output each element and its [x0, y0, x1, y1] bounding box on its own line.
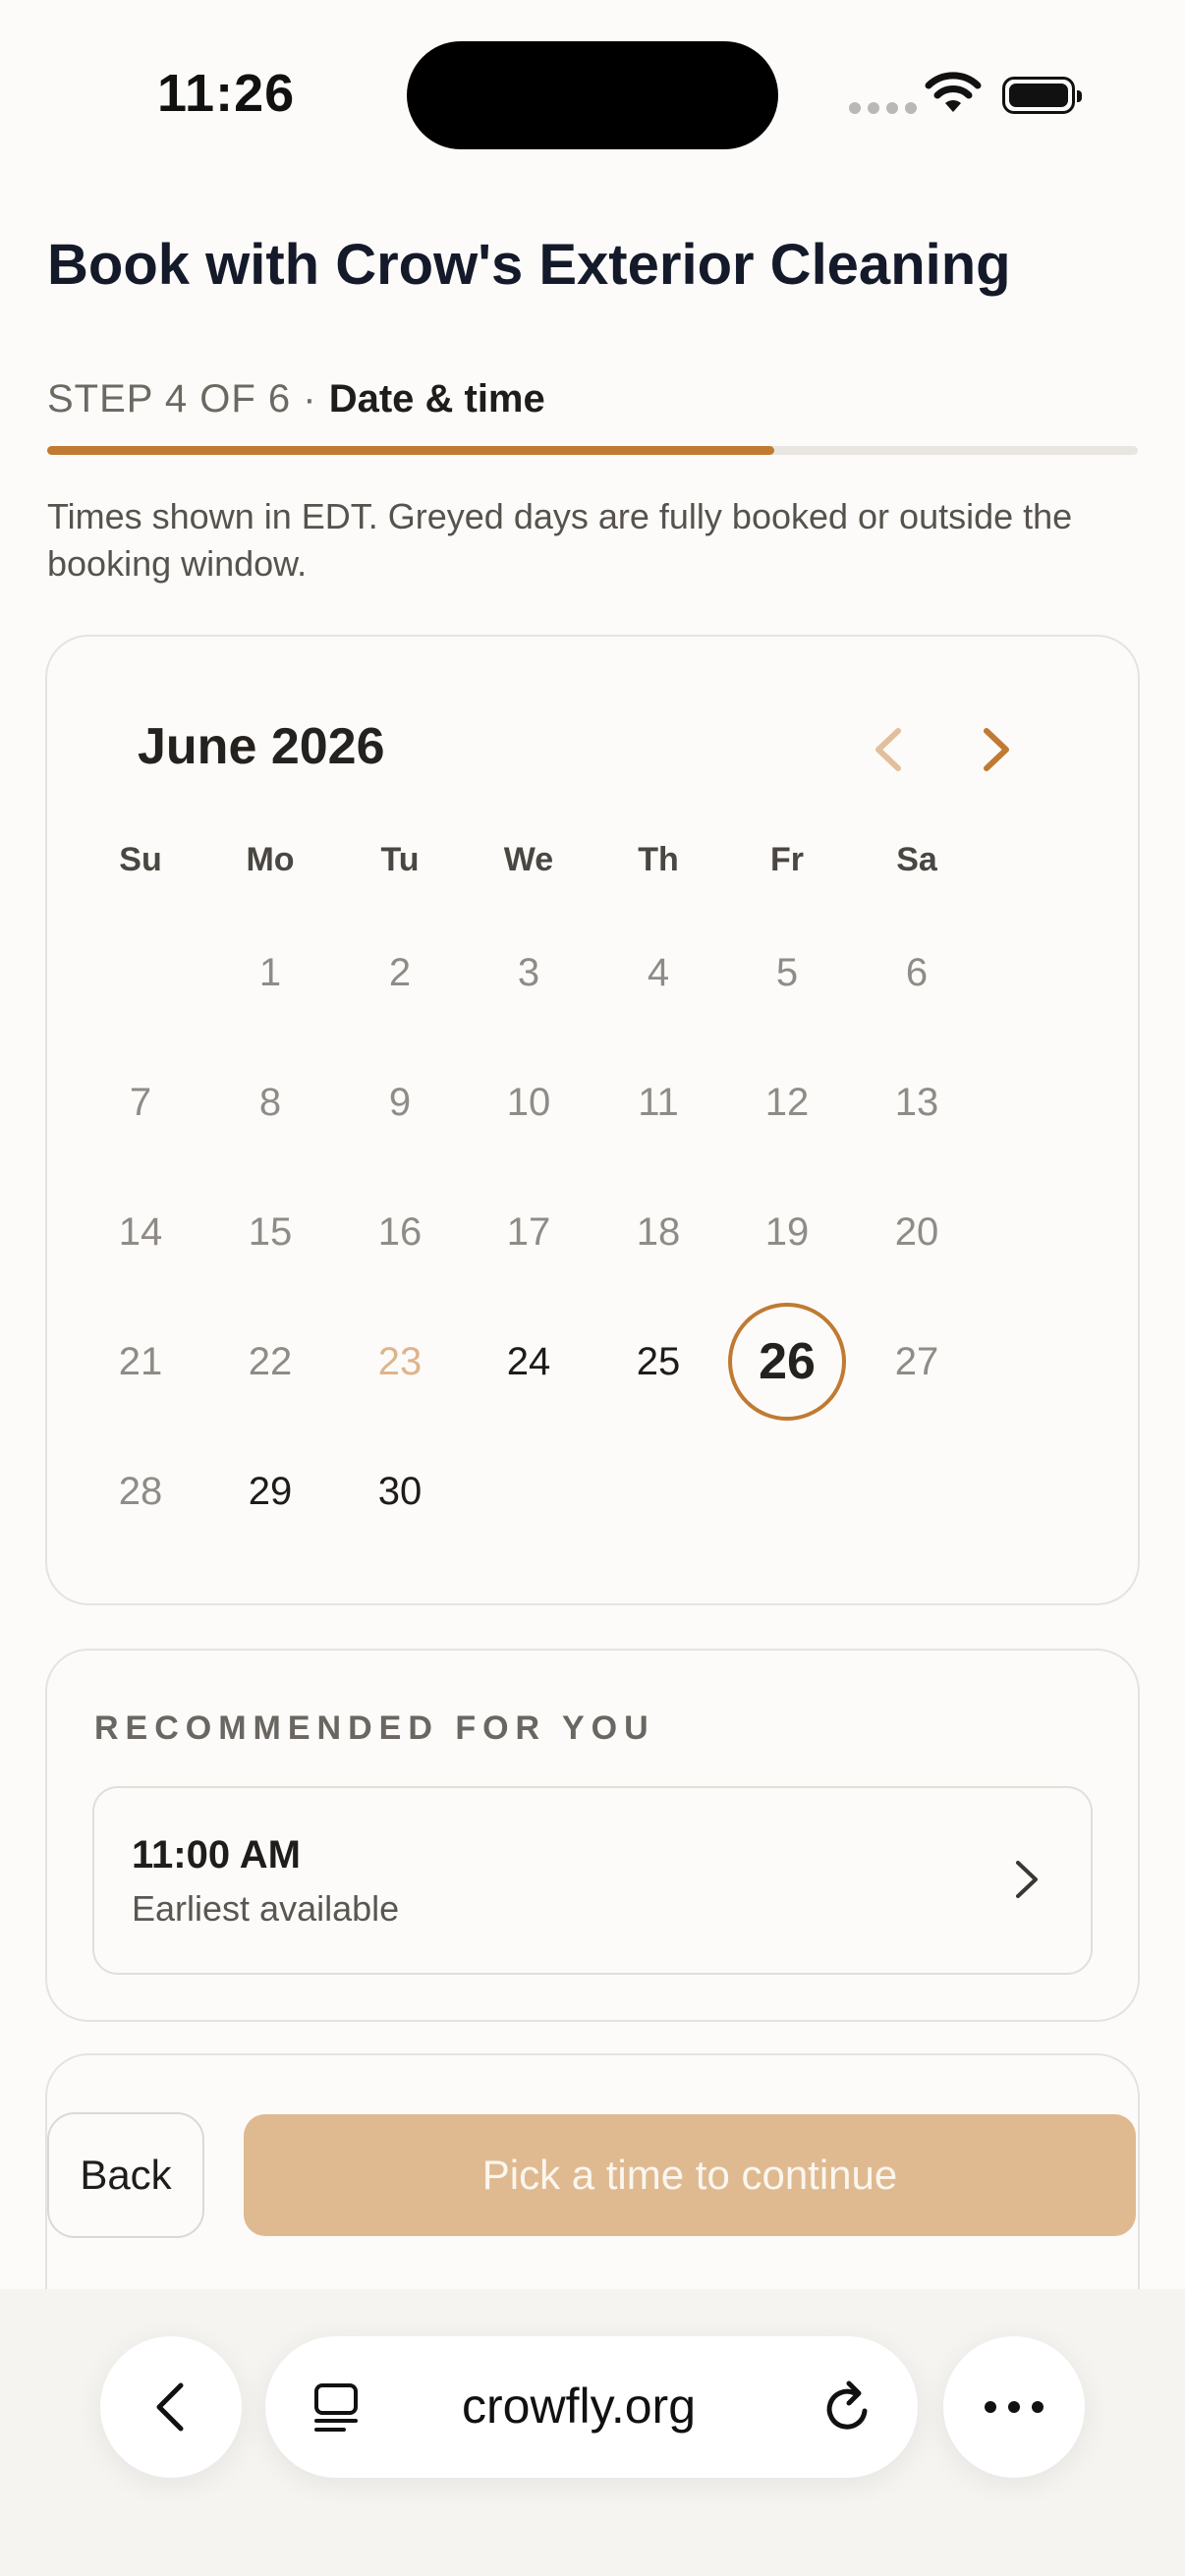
weekday-label: Sa	[896, 841, 937, 878]
calendar-day-10: 10	[506, 1081, 551, 1124]
calendar-day-21: 21	[118, 1340, 163, 1383]
weekday-label: We	[503, 841, 554, 878]
dynamic-island	[407, 41, 778, 149]
calendar-day-2: 2	[388, 951, 412, 994]
step-name: Date & time	[328, 377, 545, 420]
calendar-day-30[interactable]: 30	[341, 1437, 459, 1545]
calendar-day-24[interactable]: 24	[470, 1308, 588, 1416]
chevron-left-icon[interactable]	[865, 723, 912, 776]
chevron-left-icon	[156, 2382, 184, 2432]
calendar-day-11: 11	[638, 1081, 679, 1124]
calendar-day-15: 15	[248, 1210, 293, 1254]
calendar-day-25[interactable]: 25	[599, 1308, 717, 1416]
reload-icon[interactable]	[821, 2378, 876, 2436]
cellular-signal-icon	[849, 102, 917, 114]
slot-time: 11:00 AM	[132, 1833, 301, 1876]
calendar-day-13: 13	[894, 1081, 939, 1124]
calendar-day-19: 19	[764, 1210, 810, 1254]
more-button[interactable]	[943, 2336, 1085, 2478]
slot-subtitle: Earliest available	[132, 1888, 400, 1929]
calendar-day-8: 8	[258, 1081, 282, 1124]
weekday-label: Th	[638, 841, 679, 878]
browser-back-button[interactable]	[100, 2336, 242, 2478]
calendar-day-27: 27	[894, 1340, 939, 1383]
calendar-day-7: 7	[129, 1081, 152, 1124]
progress-fill	[47, 446, 774, 455]
recommended-heading: RECOMMENDED FOR YOU	[94, 1709, 655, 1747]
weekday-label: Fr	[770, 841, 804, 878]
recommended-slot-button[interactable]	[92, 1786, 1093, 1975]
calendar-day-28: 28	[118, 1470, 163, 1513]
weekday-label: Su	[119, 841, 162, 878]
step-label: STEP 4 OF 6 ·	[47, 377, 317, 420]
calendar-day-12: 12	[764, 1081, 810, 1124]
step-indicator: STEP 4 OF 6 · Date & time	[47, 377, 545, 421]
calendar-day-9: 9	[388, 1081, 412, 1124]
weekday-label: Tu	[380, 841, 420, 878]
ellipsis-icon	[985, 2401, 1044, 2413]
battery-icon	[1002, 77, 1082, 114]
calendar-day-1: 1	[258, 951, 282, 994]
calendar-day-23: 23	[377, 1340, 423, 1383]
tabs-icon[interactable]	[309, 2380, 364, 2435]
chevron-right-icon[interactable]	[973, 723, 1020, 776]
calendar-day-29[interactable]: 29	[211, 1437, 329, 1545]
calendar-day-20: 20	[894, 1210, 939, 1254]
calendar-day-5: 5	[775, 951, 799, 994]
month-label: June 2026	[138, 718, 385, 775]
chevron-right-icon	[1016, 1861, 1038, 1898]
page-title: Book with Crow's Exterior Cleaning	[47, 233, 1011, 297]
calendar-day-6: 6	[905, 951, 929, 994]
calendar-day-17: 17	[506, 1210, 551, 1254]
calendar-day-3: 3	[517, 951, 540, 994]
calendar-day-18: 18	[636, 1210, 681, 1254]
calendar-day-16: 16	[377, 1210, 423, 1254]
status-time: 11:26	[157, 64, 296, 123]
calendar-day-14: 14	[118, 1210, 163, 1254]
wifi-icon	[925, 72, 982, 112]
url-text: crowfly.org	[462, 2379, 697, 2434]
continue-button[interactable]: Pick a time to continue	[244, 2114, 1136, 2236]
weekday-label: Mo	[246, 841, 295, 878]
back-button[interactable]: Back	[47, 2112, 204, 2238]
calendar-day-22: 22	[248, 1340, 293, 1383]
timezone-note: Times shown in EDT. Greyed days are full…	[47, 496, 1073, 584]
calendar-day-4: 4	[647, 951, 670, 994]
calendar-day-26[interactable]: 26	[728, 1303, 846, 1421]
